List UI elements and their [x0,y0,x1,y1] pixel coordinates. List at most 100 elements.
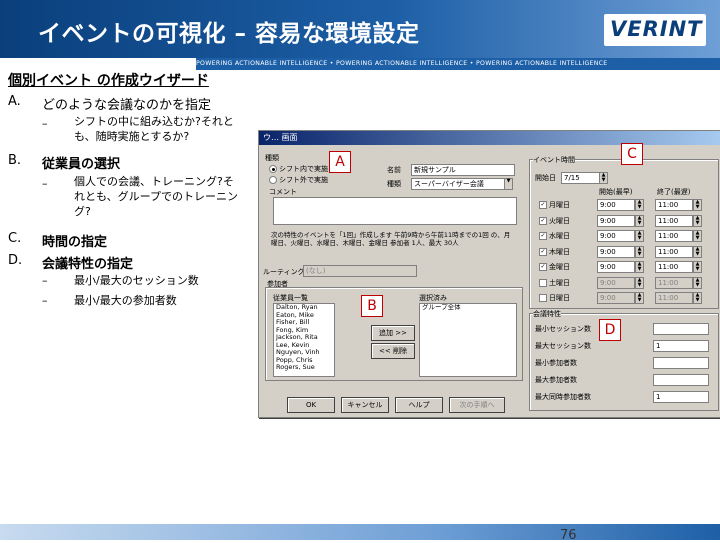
prop-field[interactable] [653,357,709,369]
list-marker-c: C. [8,231,22,246]
start-time-field[interactable]: 9:00 [597,276,635,289]
day-label: 木曜日 [549,247,570,256]
start-spin-icon[interactable]: ▲ ▼ [635,292,644,304]
col-start-label: 開始(最早) [599,188,633,196]
calendar-spin-icon[interactable]: ▲ ▼ [599,172,608,184]
prop-label: 最大参加者数 [535,376,577,384]
dialog-title: ウ… 画面 [263,133,298,142]
chevron-down-icon[interactable]: ▼ [504,178,513,190]
callout-b: B [361,295,383,317]
start-spin-icon[interactable]: ▲ ▼ [635,245,644,258]
list-item-d: 会議特性の指定 [42,257,134,272]
end-spin-icon[interactable]: ▲ ▼ [693,214,702,227]
cancel-button[interactable]: キャンセル [341,397,389,413]
start-time-field[interactable]: 9:00 [597,261,635,273]
prop-field[interactable] [653,374,709,386]
day-label: 土曜日 [549,278,570,287]
list-item-c: 時間の指定 [42,235,108,250]
dash: – [42,177,48,190]
day-label: 水曜日 [549,232,570,240]
end-time-field[interactable]: 11:00 [655,261,693,273]
page-number: 76 [560,528,577,543]
end-spin-icon[interactable]: ▲ ▼ [693,230,702,242]
end-time-field[interactable]: 11:00 [655,276,693,289]
remove-button[interactable]: << 削除 [371,343,415,359]
list-item[interactable]: グループ全体 [420,304,516,312]
radio-in-shift[interactable] [269,165,277,173]
end-spin-icon[interactable]: ▲ ▼ [693,292,702,304]
day-checkbox[interactable]: ✓ [539,247,547,256]
link-select[interactable]: (なし) [303,265,417,277]
selected-listbox[interactable]: グループ全体 [419,303,517,377]
start-spin-icon[interactable]: ▲ ▼ [635,230,644,242]
subitem-b1: 個人での会議、トレーニング?それとも、グループでのトレーニング? [74,175,239,218]
subitem-d2: 最小/最大の参加者数 [74,294,177,307]
day-checkbox[interactable]: ✓ [539,201,547,209]
dash: – [42,274,48,287]
selected-label: 選択済み [419,294,447,302]
tagline-bar: POWERING ACTIONABLE INTELLIGENCE • POWER… [196,58,720,70]
start-time-field[interactable]: 9:00 [597,230,635,242]
prop-label: 最大セッション数 [535,342,591,350]
radio-in-shift-label: シフト内で実施 [279,165,328,173]
next-step-button[interactable]: 次の手順へ [449,397,505,413]
day-checkbox[interactable] [539,278,547,287]
event-dialog: ウ… 画面 種類 シフト内で実施 シフト外で実施 コメント 名前 新規サンプル … [258,130,720,418]
start-time-field[interactable]: 9:00 [597,245,635,258]
list-marker-d: D. [8,253,23,268]
subitem-a1: シフトの中に組み込むか?それとも、随時実施とするか? [74,115,234,143]
employee-listbox[interactable]: Dalton, Ryan Eaton, Mike Fisher, Bill Fo… [273,303,335,377]
end-spin-icon[interactable]: ▲ ▼ [693,245,702,258]
day-checkbox[interactable]: ✓ [539,232,547,240]
list-item-a: どのような会議なのかを指定 [42,98,212,113]
slide-header: イベントの可視化 – 容易な環境設定 VERINT [0,0,720,58]
start-time-field[interactable]: 9:00 [597,199,635,211]
day-checkbox[interactable]: ✓ [539,263,547,271]
kind-label: 種類 [387,180,401,188]
day-label: 火曜日 [549,216,570,225]
name-field[interactable]: 新規サンプル [411,164,515,176]
verint-logo: VERINT [604,14,706,46]
prop-label: 最小セッション数 [535,325,591,333]
comment-label: コメント [269,188,297,196]
col-end-label: 終了(最遅) [657,188,691,196]
day-checkbox[interactable] [539,294,547,302]
prop-field[interactable]: 1 [653,391,709,403]
start-spin-icon[interactable]: ▲ ▼ [635,261,644,273]
prop-field[interactable] [653,323,709,335]
day-checkbox[interactable]: ✓ [539,216,547,225]
callout-a: A [329,151,351,173]
start-time-field[interactable]: 9:00 [597,292,635,304]
end-time-field[interactable]: 11:00 [655,199,693,211]
end-time-field[interactable]: 11:00 [655,214,693,227]
start-time-field[interactable]: 9:00 [597,214,635,227]
start-spin-icon[interactable]: ▲ ▼ [635,199,644,211]
footer-bar [0,524,720,540]
end-time-field[interactable]: 11:00 [655,245,693,258]
callout-d: D [599,319,621,341]
link-label: ルーティング [263,268,305,276]
date-field[interactable]: 7/15 [561,172,601,184]
ok-button[interactable]: OK [287,397,335,413]
add-button[interactable]: 追加 >> [371,325,415,341]
comment-field[interactable] [273,197,517,225]
day-label: 日曜日 [549,294,570,302]
help-button[interactable]: ヘルプ [395,397,443,413]
list-marker-a: A. [8,94,21,109]
kind-select[interactable]: スーパーバイザー会議 [411,178,505,190]
start-spin-icon[interactable]: ▲ ▼ [635,276,644,289]
end-time-field[interactable]: 11:00 [655,292,693,304]
list-item[interactable]: Rogers, Sue [274,363,334,372]
dialog-titlebar: ウ… 画面 [259,131,720,145]
radio-out-shift[interactable] [269,176,277,184]
start-spin-icon[interactable]: ▲ ▼ [635,214,644,227]
end-time-field[interactable]: 11:00 [655,230,693,242]
end-spin-icon[interactable]: ▲ ▼ [693,261,702,273]
list-marker-b: B. [8,153,22,168]
end-spin-icon[interactable]: ▲ ▼ [693,276,702,289]
time-group-label: イベント時間 [533,155,575,165]
end-spin-icon[interactable]: ▲ ▼ [693,199,702,211]
prop-field[interactable]: 1 [653,340,709,352]
summary-note: 次の特性のイベントを「1回」作成します 午前9時から午前11時までの1回 の、月… [271,231,511,247]
name-label: 名前 [387,166,401,174]
